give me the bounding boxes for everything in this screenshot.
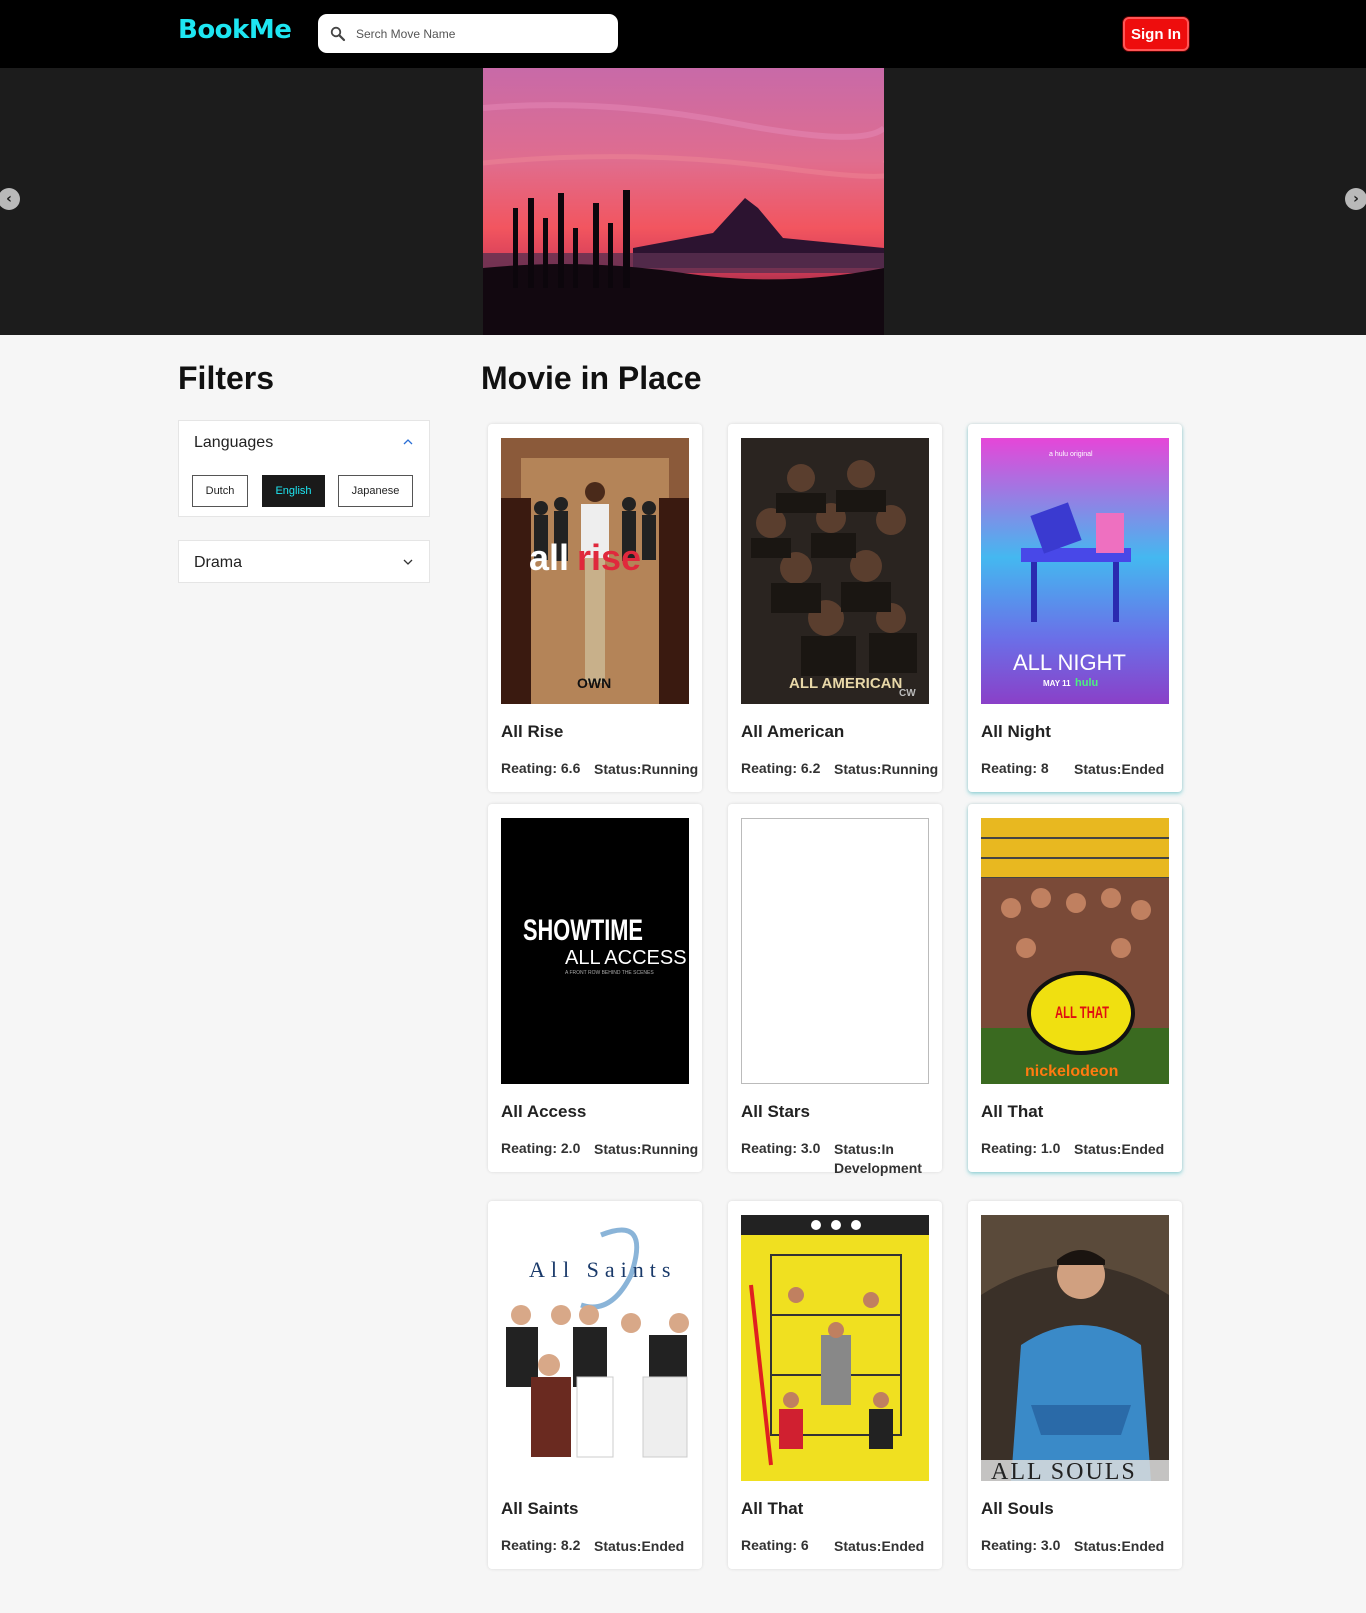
movie-poster-placeholder[interactable]	[741, 818, 929, 1084]
carousel-next-arrow-icon[interactable]: ›	[1345, 188, 1366, 210]
movie-rating: Reating: 6.6	[501, 760, 581, 776]
movie-poster[interactable]	[741, 1215, 929, 1481]
movie-poster[interactable]: All Saints	[501, 1215, 689, 1481]
svg-text:ALL THAT: ALL THAT	[1055, 1003, 1109, 1022]
movie-title: All Stars	[741, 1102, 810, 1121]
language-chip-japanese[interactable]: Japanese	[338, 475, 413, 507]
svg-text:ALL ACCESS: ALL ACCESS	[565, 947, 687, 969]
movies-heading: Movie in Place	[481, 360, 702, 396]
languages-accordion: Languages Dutch English Japanese	[178, 420, 430, 517]
movie-poster[interactable]: a hulu original ALL NIGHT MAY 11 hulu	[981, 438, 1169, 704]
movie-card-all-saints[interactable]: All Saints All Saints Reating: 8.2 Statu…	[488, 1201, 702, 1569]
svg-text:ALL SOULS: ALL SOULS	[991, 1459, 1137, 1481]
movie-rating: Reating: 2.0	[501, 1140, 581, 1156]
language-chip-dutch[interactable]: Dutch	[192, 475, 248, 507]
top-navbar: BookMe Sign In	[0, 0, 1366, 68]
search-icon	[330, 26, 346, 41]
svg-text:rise: rise	[577, 537, 641, 578]
svg-text:ALL AMERICAN: ALL AMERICAN	[789, 675, 902, 692]
filters-heading: Filters	[178, 360, 275, 396]
movie-rating: Reating: 3.0	[741, 1140, 821, 1156]
movie-poster[interactable]: ALL SOULS	[981, 1215, 1169, 1481]
chevron-down-icon[interactable]	[401, 555, 415, 569]
svg-text:A FRONT ROW BEHIND THE SCENES: A FRONT ROW BEHIND THE SCENES	[565, 970, 654, 976]
movie-title: All That	[741, 1499, 804, 1518]
genre-accordion-header[interactable]: Drama	[194, 541, 242, 584]
svg-text:hulu: hulu	[1075, 677, 1098, 689]
movie-status: Status:Running	[594, 1141, 699, 1157]
svg-text:a hulu original: a hulu original	[1049, 451, 1093, 458]
movie-title: All American	[741, 722, 845, 741]
svg-text:nickelodeon: nickelodeon	[1025, 1063, 1118, 1080]
search-box[interactable]	[318, 14, 618, 53]
svg-text:MAY 11: MAY 11	[1043, 679, 1071, 688]
movie-card-all-rise[interactable]: all rise OWN All Rise Reating: 6.6 Statu…	[488, 424, 702, 792]
hero-carousel: ‹ ›	[0, 68, 1366, 335]
movie-card-all-souls[interactable]: ALL SOULS All Souls Reating: 3.0 Status:…	[968, 1201, 1182, 1569]
movie-status: Status:Ended	[594, 1538, 685, 1554]
carousel-prev-arrow-icon[interactable]: ‹	[0, 188, 20, 210]
movie-card-all-night[interactable]: a hulu original ALL NIGHT MAY 11 hulu Al…	[968, 424, 1182, 792]
movie-title: All That	[981, 1102, 1044, 1121]
movie-rating: Reating: 1.0	[981, 1140, 1061, 1156]
language-chip-english[interactable]: English	[262, 475, 325, 507]
svg-text:ALL NIGHT: ALL NIGHT	[1013, 650, 1126, 675]
movie-card-all-that-2[interactable]: All That Reating: 6 Status:Ended	[728, 1201, 942, 1569]
languages-accordion-header[interactable]: Languages	[194, 421, 273, 464]
search-input[interactable]	[356, 26, 596, 41]
carousel-slide-image	[483, 68, 884, 335]
movie-status: Status:Ended	[834, 1538, 925, 1554]
svg-text:all: all	[529, 537, 569, 578]
movie-card-all-american[interactable]: ALL AMERICAN CW All American Reating: 6.…	[728, 424, 942, 792]
movie-card-all-stars[interactable]: All Stars Reating: 3.0 Status:In Develop…	[728, 804, 942, 1176]
svg-text:SHOWTIME: SHOWTIME	[523, 914, 643, 947]
movie-rating: Reating: 6.2	[741, 760, 821, 776]
genre-accordion[interactable]: Drama	[178, 540, 430, 583]
movie-poster[interactable]: SHOWTIME ALL ACCESS A FRONT ROW BEHIND T…	[501, 818, 689, 1084]
movie-status: Status:Ended	[1074, 1538, 1165, 1554]
chevron-up-icon[interactable]	[401, 435, 415, 449]
svg-text:CW: CW	[899, 688, 916, 699]
movie-title: All Saints	[501, 1499, 579, 1518]
svg-text:All Saints: All Saints	[529, 1257, 676, 1282]
movie-rating: Reating: 6	[741, 1537, 809, 1553]
movie-title: All Rise	[501, 722, 564, 741]
movie-status: Status:Ended	[1074, 1141, 1165, 1157]
brand-logo[interactable]: BookMe	[178, 15, 292, 45]
movie-poster[interactable]: all rise OWN	[501, 438, 689, 704]
movie-poster[interactable]: ALL THAT nickelodeon	[981, 818, 1169, 1084]
movie-status: Status:Running	[834, 761, 939, 777]
movie-title: All Night	[981, 722, 1051, 741]
movie-rating: Reating: 8	[981, 760, 1049, 776]
movie-status: Status:In Development	[834, 1141, 922, 1176]
svg-text:OWN: OWN	[577, 675, 611, 691]
movie-rating: Reating: 3.0	[981, 1537, 1061, 1553]
movie-rating: Reating: 8.2	[501, 1537, 581, 1553]
movie-card-all-access[interactable]: SHOWTIME ALL ACCESS A FRONT ROW BEHIND T…	[488, 804, 702, 1172]
movie-status: Status:Running	[594, 761, 699, 777]
movie-poster[interactable]: ALL AMERICAN CW	[741, 438, 929, 704]
movie-card-all-that[interactable]: ALL THAT nickelodeon All That Reating: 1…	[968, 804, 1182, 1172]
movie-title: All Access	[501, 1102, 587, 1121]
sign-in-button[interactable]: Sign In	[1123, 17, 1189, 51]
movie-title: All Souls	[981, 1499, 1054, 1518]
movie-status: Status:Ended	[1074, 761, 1165, 777]
